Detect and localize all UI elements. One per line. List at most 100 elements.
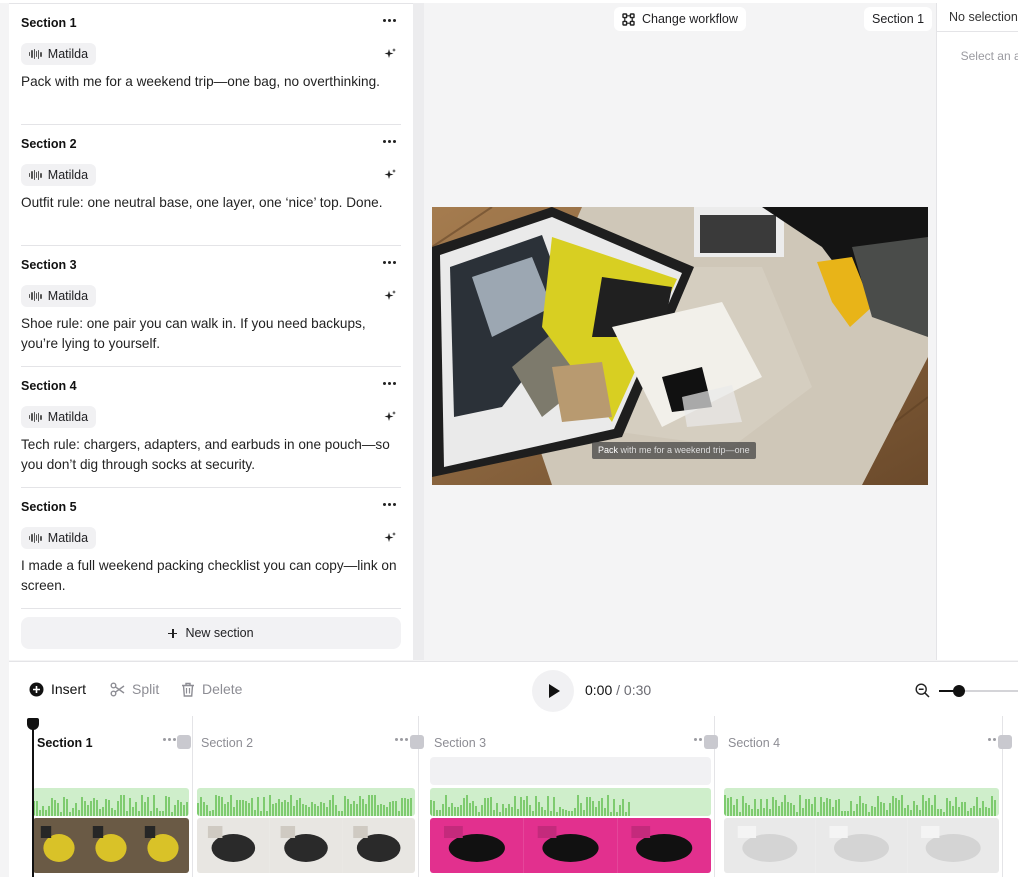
inspector-hint: Select an asset to view its properties [960, 49, 1018, 63]
script-section-4[interactable]: Section 4 Matilda Tech rule: chargers, ada… [21, 367, 401, 488]
voice-name: Matilda [47, 531, 89, 545]
insert-button[interactable]: Insert [29, 681, 86, 697]
zoom-out-icon[interactable] [915, 683, 930, 698]
voice-chip[interactable]: Matilda [21, 43, 97, 65]
script-panel-scrollbar[interactable] [413, 3, 424, 660]
caption-overlay: Pack with me for a weekend trip—one [592, 442, 756, 459]
delete-button[interactable]: Delete [181, 681, 242, 697]
audio-track[interactable] [33, 788, 189, 816]
clip-more-icon[interactable] [163, 738, 176, 741]
inspector-title: No selection [949, 10, 1018, 24]
inspector-divider [937, 31, 1018, 32]
section-more-icon[interactable] [381, 254, 397, 270]
video-thumbnail-track[interactable] [430, 818, 711, 873]
section-more-icon[interactable] [381, 133, 397, 149]
audio-track[interactable] [197, 788, 415, 816]
script-section-1[interactable]: Section 1 Matilda Pack with me for a weeke… [21, 4, 401, 125]
caption-highlight-word: Pack [598, 445, 619, 455]
sparkle-icon[interactable] [383, 410, 397, 424]
time-separator: / [612, 682, 624, 698]
change-workflow-button[interactable]: Change workflow [614, 7, 746, 31]
sparkle-icon[interactable] [383, 168, 397, 182]
current-section-label: Section 1 [864, 7, 933, 31]
section-title: Section 3 [21, 258, 77, 272]
section-text[interactable]: Tech rule: chargers, adapters, and earbu… [21, 435, 403, 475]
zoom-slider[interactable] [939, 685, 1018, 697]
workflow-icon [622, 12, 635, 26]
transition-icon[interactable] [704, 735, 718, 749]
section-more-icon[interactable] [381, 375, 397, 391]
waveform-icon [29, 291, 42, 301]
timeline-clip-2[interactable]: Section 2 [177, 722, 415, 877]
audio-track[interactable] [430, 788, 711, 816]
split-button[interactable]: Split [110, 681, 159, 697]
script-panel: Section 1 Matilda Pack with me for a weeke… [9, 3, 413, 660]
timeline: Insert Split Delete 0:00 / 0:30 Section … [9, 661, 1018, 877]
section-more-icon[interactable] [381, 496, 397, 512]
time-readout: 0:00 / 0:30 [585, 682, 651, 698]
caption-rest: with me for a weekend trip—one [618, 445, 750, 455]
script-section-2[interactable]: Section 2 Matilda Outfit rule: one neutral… [21, 125, 401, 246]
transition-icon[interactable] [177, 735, 191, 749]
waveform-icon [29, 533, 42, 543]
video-thumbnail-track[interactable] [724, 818, 999, 873]
section-text[interactable]: Pack with me for a weekend trip—one bag,… [21, 72, 403, 92]
time-current: 0:00 [585, 682, 613, 698]
new-section-label: New section [185, 626, 254, 640]
insert-label: Insert [51, 681, 87, 697]
voice-chip[interactable]: Matilda [21, 527, 97, 549]
play-button[interactable] [532, 670, 574, 712]
change-workflow-label: Change workflow [642, 12, 738, 26]
sparkle-icon[interactable] [383, 531, 397, 545]
script-section-5[interactable]: Section 5 Matilda I made a full weekend pa… [21, 488, 401, 609]
trash-icon [182, 682, 194, 697]
script-section-3[interactable]: Section 3 Matilda Shoe rule: one pair you … [21, 246, 401, 367]
plus-icon [168, 628, 178, 638]
section-title: Section 5 [21, 500, 77, 514]
clip-separator [192, 716, 193, 877]
section-title: Section 4 [21, 379, 77, 393]
section-text[interactable]: Outfit rule: one neutral base, one layer… [21, 193, 403, 213]
clip-title: Section 2 [201, 736, 254, 750]
playhead-line[interactable] [32, 718, 34, 877]
caption-track[interactable] [430, 757, 711, 785]
section-text[interactable]: Shoe rule: one pair you can walk in. If … [21, 314, 403, 354]
playhead-handle[interactable] [27, 718, 39, 730]
clip-title: Section 3 [434, 736, 487, 750]
sparkle-icon[interactable] [383, 47, 397, 61]
voice-name: Matilda [47, 289, 89, 303]
waveform-icon [29, 412, 42, 422]
zoom-thumb[interactable] [953, 685, 965, 697]
transition-icon[interactable] [998, 735, 1012, 749]
split-label: Split [132, 681, 160, 697]
clip-more-icon[interactable] [395, 738, 408, 741]
scissors-icon [110, 682, 125, 696]
section-title: Section 1 [21, 16, 77, 30]
zoom-track [959, 690, 1018, 692]
section-title: Section 2 [21, 137, 77, 151]
section-text[interactable]: I made a full weekend packing checklist … [21, 556, 403, 596]
transition-icon[interactable] [410, 735, 424, 749]
delete-label: Delete [202, 681, 243, 697]
sparkle-icon[interactable] [383, 289, 397, 303]
time-total: 0:30 [623, 682, 652, 698]
clip-title: Section 4 [728, 736, 781, 750]
voice-chip[interactable]: Matilda [21, 164, 97, 186]
plus-circle-icon [29, 682, 44, 696]
timeline-clip-4[interactable]: Section 4 [704, 722, 1001, 877]
play-icon [549, 684, 560, 698]
section-more-icon[interactable] [381, 12, 397, 28]
video-thumbnail-track[interactable] [197, 818, 415, 873]
inspector-panel: No selection Select an asset to view its… [936, 3, 1018, 660]
audio-track[interactable] [724, 788, 999, 816]
voice-chip[interactable]: Matilda [21, 285, 97, 307]
voice-chip[interactable]: Matilda [21, 406, 97, 428]
voice-name: Matilda [47, 47, 89, 61]
video-thumbnail-track[interactable] [33, 818, 189, 873]
timeline-clip-3[interactable]: Section 3 [410, 722, 711, 877]
new-section-button[interactable]: New section [21, 617, 401, 649]
timeline-clip-1[interactable]: Section 1 [33, 722, 189, 877]
waveform-icon [29, 170, 42, 180]
waveform-icon [29, 49, 42, 59]
voice-name: Matilda [47, 410, 89, 424]
